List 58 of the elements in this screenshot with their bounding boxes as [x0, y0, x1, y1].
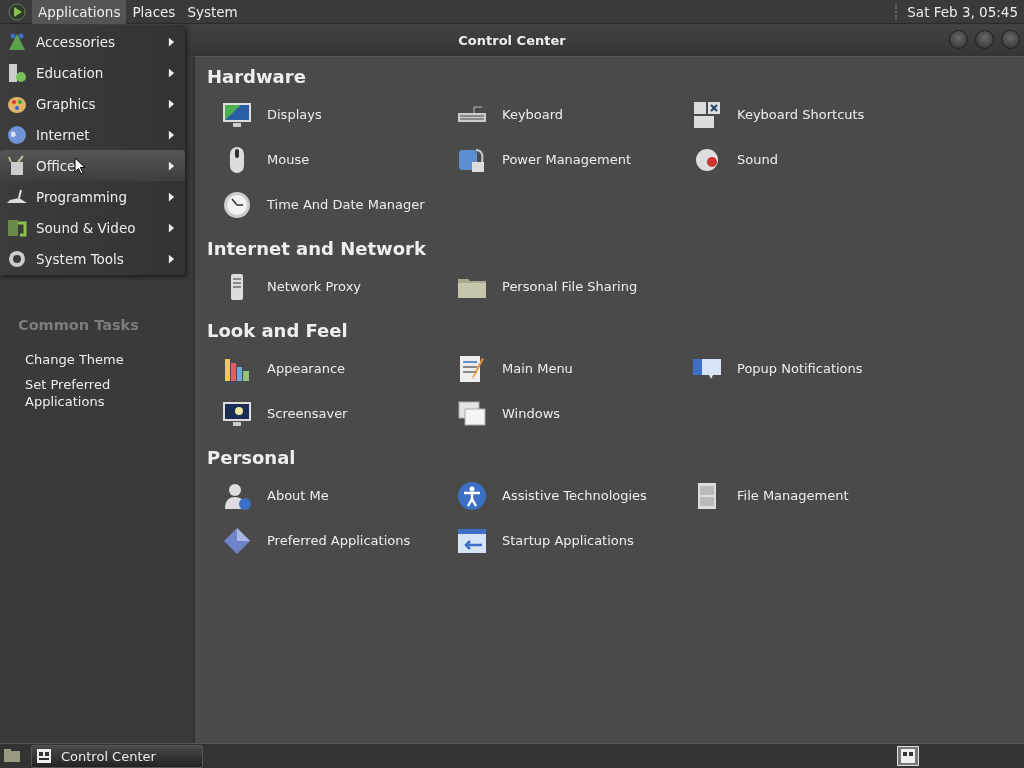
menu-item[interactable]: Sound & Video: [0, 212, 185, 243]
submenu-arrow-icon: [168, 129, 175, 140]
window-button[interactable]: [975, 30, 994, 49]
applet-link[interactable]: Keyboard: [502, 107, 564, 122]
play-icon[interactable]: [8, 2, 26, 21]
applet-link[interactable]: Startup Applications: [502, 533, 634, 548]
submenu-arrow-icon: [168, 253, 175, 264]
section-heading: Internet and Network: [207, 237, 427, 261]
submenu-arrow-icon: [168, 191, 175, 202]
control-panel-icon[interactable]: [897, 746, 919, 766]
applet-link[interactable]: Windows: [502, 406, 561, 421]
panel-menu[interactable]: Places: [126, 0, 182, 24]
applet-link[interactable]: Screensaver: [267, 406, 348, 421]
submenu-arrow-icon: [168, 160, 175, 171]
applet-link[interactable]: Displays: [267, 107, 322, 122]
section-heading: Hardware: [207, 65, 307, 89]
applet-link[interactable]: Network Proxy: [267, 279, 362, 294]
applet-link[interactable]: Keyboard Shortcuts: [737, 107, 865, 122]
menu-item[interactable]: Programming: [0, 181, 185, 212]
clock[interactable]: Sat Feb 3, 05:45: [895, 3, 1024, 20]
applet-link[interactable]: File Management: [737, 488, 849, 503]
sidebar-heading: Common Tasks: [17, 316, 140, 335]
applet-link[interactable]: Appearance: [267, 361, 346, 376]
applet-link[interactable]: Assistive Technologies: [502, 488, 647, 503]
applet-link[interactable]: Main Menu: [502, 361, 573, 376]
applet-link[interactable]: About Me: [267, 488, 329, 503]
menu-item[interactable]: Accessories: [0, 26, 185, 57]
window-title: Control Center: [458, 32, 566, 48]
panel-menu[interactable]: System: [181, 0, 244, 24]
applet-link[interactable]: Mouse: [267, 152, 310, 167]
section-heading: Personal: [207, 446, 297, 470]
menu-item[interactable]: Internet: [0, 119, 185, 150]
accessibility-icon[interactable]: [456, 479, 488, 512]
globe-icon: [6, 123, 28, 146]
menu-item[interactable]: System Tools: [0, 243, 185, 274]
applet-link[interactable]: Time And Date Manager: [267, 197, 425, 212]
menu-item[interactable]: Office: [0, 150, 185, 181]
submenu-arrow-icon: [168, 36, 175, 47]
mouse-pointer-icon: [74, 157, 86, 175]
applet-link[interactable]: Preferred Applications: [267, 533, 411, 548]
window-button[interactable]: [949, 30, 968, 49]
task-button[interactable]: Control Center: [31, 744, 203, 768]
panel-menu[interactable]: Applications: [32, 0, 127, 24]
applet-link[interactable]: Popup Notifications: [737, 361, 863, 376]
applet-link[interactable]: Power Management: [502, 152, 632, 167]
section-heading: Look and Feel: [207, 319, 349, 343]
control-panel-icon: [36, 748, 52, 764]
window-button[interactable]: [1001, 30, 1020, 49]
menu-item[interactable]: Graphics: [0, 88, 185, 119]
task-link[interactable]: Change Theme: [0, 349, 145, 370]
menu-item[interactable]: Education: [0, 57, 185, 88]
applet-link[interactable]: Sound: [737, 152, 778, 167]
task-link[interactable]: Set Preferred Applications: [0, 374, 145, 412]
submenu-arrow-icon: [168, 222, 175, 233]
desktop-icon[interactable]: [3, 747, 21, 765]
applet-link[interactable]: Personal File Sharing: [502, 279, 638, 294]
submenu-arrow-icon: [168, 98, 175, 109]
submenu-arrow-icon: [168, 67, 175, 78]
